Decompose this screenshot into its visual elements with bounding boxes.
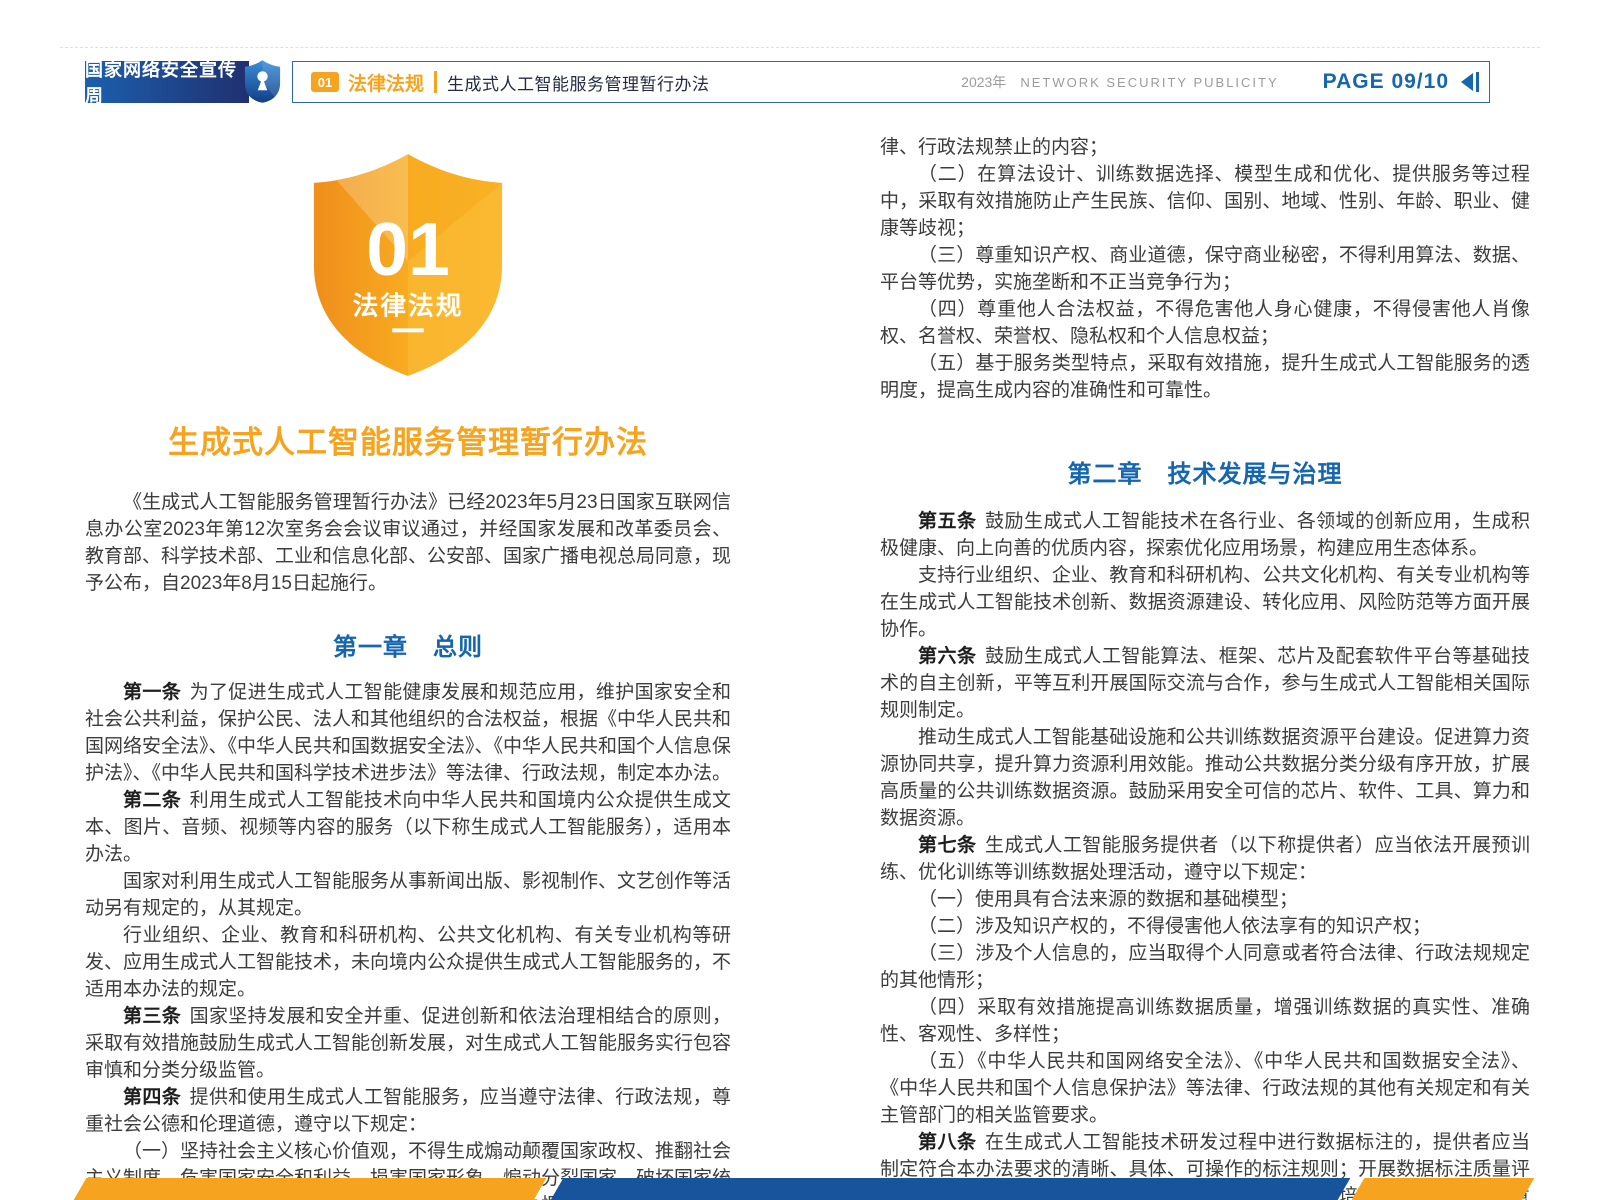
body-paragraph: 推动生成式人工智能基础设施和公共训练数据资源平台建设。促进算力资源协同共享，提升… bbox=[880, 724, 1530, 832]
body-paragraph: 第四条提供和使用生成式人工智能服务，应当遵守法律、行政法规，尊重社会公德和伦理道… bbox=[85, 1084, 731, 1138]
article-number: 第二条 bbox=[123, 790, 181, 811]
badge-number: 01 bbox=[366, 207, 450, 291]
section-label: 法律法规 bbox=[348, 69, 424, 96]
body-paragraph: 第五条鼓励生成式人工智能技术在各行业、各领域的创新应用，生成积极健康、向上向善的… bbox=[880, 508, 1530, 562]
back-triangle bbox=[1461, 73, 1473, 91]
body-paragraph: （二）涉及知识产权的，不得侵害他人依法享有的知识产权； bbox=[880, 913, 1530, 940]
body-paragraph: 第一条为了促进生成式人工智能健康发展和规范应用，维护国家安全和社会公共利益，保护… bbox=[85, 679, 731, 787]
body-paragraph: （二）在算法设计、训练数据选择、模型生成和优化、提供服务等过程中，采取有效措施防… bbox=[880, 161, 1530, 242]
body-paragraph: （五）基于服务类型特点，采取有效措施，提升生成式人工智能服务的透明度，提高生成内… bbox=[880, 350, 1530, 404]
body-paragraph: 第六条鼓励生成式人工智能算法、框架、芯片及配套软件平台等基础技术的自主创新，平等… bbox=[880, 643, 1530, 724]
section-number-chip: 01 bbox=[311, 72, 339, 92]
brand-title: 国家网络安全宣传周 bbox=[85, 56, 249, 108]
article-number: 第八条 bbox=[918, 1132, 976, 1153]
chapter-2-heading: 第二章 技术发展与治理 bbox=[880, 460, 1530, 490]
body-paragraph: 第三条国家坚持发展和安全并重、促进创新和依法治理相结合的原则，采取有效措施鼓励生… bbox=[85, 1003, 731, 1084]
body-paragraph: 支持行业组织、企业、教育和科研机构、公共文化机构、有关专业机构等在生成式人工智能… bbox=[880, 562, 1530, 643]
article-number: 第五条 bbox=[918, 511, 976, 532]
body-paragraph: 国家对利用生成式人工智能服务从事新闻出版、影视制作、文艺创作等活动另有规定的，从… bbox=[85, 868, 731, 922]
body-paragraph: （一）使用具有合法来源的数据和基础模型； bbox=[880, 886, 1530, 913]
page: 国家网络安全宣传周 01 法律法规 生成式人工智能服务管理暂行办法 2023年 … bbox=[0, 0, 1600, 1200]
header-bar: 01 法律法规 生成式人工智能服务管理暂行办法 2023年 NETWORK SE… bbox=[292, 61, 1490, 103]
article-number: 第四条 bbox=[123, 1087, 181, 1108]
header-right-group: 2023年 NETWORK SECURITY PUBLICITY PAGE 09… bbox=[961, 70, 1479, 94]
footer-stripe-left bbox=[74, 1178, 547, 1200]
back-bar bbox=[1476, 72, 1479, 92]
chapter-1-heading: 第一章 总则 bbox=[85, 633, 731, 663]
tagline-label: NETWORK SECURITY PUBLICITY bbox=[1020, 75, 1278, 90]
intro-section: 《生成式人工智能服务管理暂行办法》已经2023年5月23日国家互联网信息办公室2… bbox=[85, 489, 731, 597]
article-number: 第七条 bbox=[918, 835, 976, 856]
body-paragraph: （三）涉及个人信息的，应当取得个人同意或者符合法律、行政法规规定的其他情形； bbox=[880, 940, 1530, 994]
body-paragraph: 《生成式人工智能服务管理暂行办法》已经2023年5月23日国家互联网信息办公室2… bbox=[85, 489, 731, 597]
top-divider bbox=[60, 47, 1540, 48]
page-back-icon[interactable] bbox=[1461, 72, 1479, 92]
left-column: 01 法律法规 生成式人工智能服务管理暂行办法 《生成式人工智能服务管理暂行办法… bbox=[85, 130, 731, 1200]
chapter-shield-icon: 01 法律法规 bbox=[309, 150, 507, 380]
chapter-1-articles: 第一条为了促进生成式人工智能健康发展和规范应用，维护国家安全和社会公共利益，保护… bbox=[85, 679, 731, 1200]
body-paragraph: （四）采取有效措施提高训练数据质量，增强训练数据的真实性、准确性、客观性、多样性… bbox=[880, 994, 1530, 1048]
article-number: 第六条 bbox=[918, 646, 976, 667]
chapter-2-articles: 第五条鼓励生成式人工智能技术在各行业、各领域的创新应用，生成积极健康、向上向善的… bbox=[880, 508, 1530, 1200]
body-paragraph: 行业组织、企业、教育和科研机构、公共文化机构、有关专业机构等研发、应用生成式人工… bbox=[85, 922, 731, 1003]
badge-label: 法律法规 bbox=[353, 292, 464, 321]
body-paragraph: （四）尊重他人合法权益，不得危害他人身心健康，不得侵害他人肖像权、名誉权、荣誉权… bbox=[880, 296, 1530, 350]
document-title: 生成式人工智能服务管理暂行办法 bbox=[85, 425, 731, 461]
body-paragraph: 第二条利用生成式人工智能技术向中华人民共和国境内公众提供生成文本、图片、音频、视… bbox=[85, 787, 731, 868]
chapter-badge: 01 法律法规 bbox=[85, 150, 731, 385]
article-number: 第一条 bbox=[123, 682, 181, 703]
footer-stripe-middle bbox=[551, 1178, 1351, 1200]
body-paragraph: 第七条生成式人工智能服务提供者（以下称提供者）应当依法开展预训练、优化训练等训练… bbox=[880, 832, 1530, 886]
article-number: 第三条 bbox=[123, 1006, 181, 1027]
page-number: PAGE 09/10 bbox=[1323, 70, 1449, 94]
year-label: 2023年 bbox=[961, 72, 1006, 92]
header-doc-title: 生成式人工智能服务管理暂行办法 bbox=[447, 70, 710, 95]
chapter-1-continuation: 律、行政法规禁止的内容；（二）在算法设计、训练数据选择、模型生成和优化、提供服务… bbox=[880, 134, 1530, 404]
header-separator bbox=[434, 71, 437, 93]
badge-underline bbox=[392, 328, 424, 332]
body-paragraph: （五）《中华人民共和国网络安全法》、《中华人民共和国数据安全法》、《中华人民共和… bbox=[880, 1048, 1530, 1129]
shield-lock-icon bbox=[244, 58, 281, 105]
right-column: 律、行政法规禁止的内容；（二）在算法设计、训练数据选择、模型生成和优化、提供服务… bbox=[880, 134, 1530, 1200]
body-paragraph: （三）尊重知识产权、商业道德，保守商业秘密，不得利用算法、数据、平台等优势，实施… bbox=[880, 242, 1530, 296]
brand-badge: 国家网络安全宣传周 bbox=[85, 61, 249, 103]
body-paragraph: 律、行政法规禁止的内容； bbox=[880, 134, 1530, 161]
footer-stripe-right bbox=[1352, 1178, 1535, 1200]
